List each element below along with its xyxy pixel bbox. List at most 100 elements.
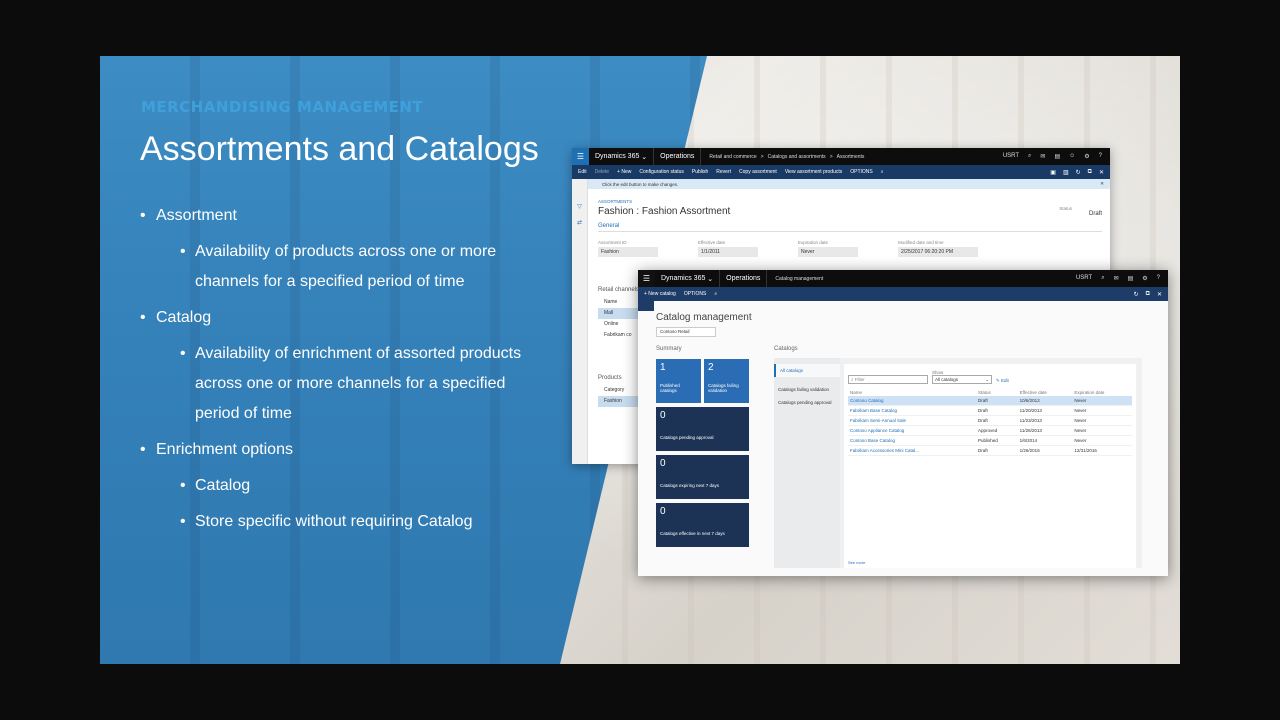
office-icon[interactable]: ▣ bbox=[1050, 169, 1056, 176]
brand[interactable]: Dynamics 365 bbox=[661, 275, 705, 282]
table-row[interactable]: Contoso Catalog Draft 10/6/2012 Never bbox=[848, 396, 1132, 406]
nav-pending-approval[interactable]: Catalogs pending approval bbox=[774, 396, 840, 409]
crumb-retail[interactable]: Retail and commerce bbox=[709, 154, 756, 160]
chat-icon[interactable]: ▤ bbox=[1128, 275, 1134, 282]
tile-expiring[interactable]: 0 Catalogs expiring next 7 days bbox=[656, 455, 749, 499]
close-icon[interactable]: ✕ bbox=[1157, 291, 1162, 298]
help-icon[interactable]: ? bbox=[1157, 275, 1160, 282]
message-icon[interactable]: ✉ bbox=[1114, 275, 1119, 282]
close-icon[interactable]: ✕ bbox=[1100, 181, 1110, 187]
delete-button[interactable]: Delete bbox=[595, 169, 609, 175]
view-products-button[interactable]: View assortment products bbox=[785, 169, 842, 175]
configuration-status-button[interactable]: Configuration status bbox=[639, 169, 683, 175]
app-launcher-icon[interactable]: ☰ bbox=[572, 148, 589, 165]
sub-bullet-enrichment-store: Store specific without requiring Catalog bbox=[140, 507, 540, 537]
catalogs-label: Catalogs bbox=[774, 346, 798, 352]
catalog-grid: ⌕ Filter Show All catalogs ⌄ ✎ Edit Name… bbox=[844, 364, 1136, 568]
company-select[interactable]: Contoso Retail bbox=[656, 327, 716, 337]
gear-icon[interactable]: ⚙ bbox=[1084, 153, 1089, 160]
search-icon[interactable]: ⌕ bbox=[714, 291, 717, 297]
crumb-assortments[interactable]: Assortments bbox=[837, 154, 865, 160]
app-name[interactable]: Operations bbox=[654, 148, 702, 165]
message-bar: Click the edit button to make changes. ✕ bbox=[572, 179, 1110, 189]
modified-date-field[interactable]: 2/25/2017 06:20:20 PM bbox=[898, 247, 978, 257]
help-icon[interactable]: ? bbox=[1099, 153, 1102, 160]
column-header[interactable]: Effective date bbox=[1018, 389, 1073, 396]
tile-published-catalogs[interactable]: 1 Published catalogs bbox=[656, 359, 701, 403]
gear-icon[interactable]: ⚙ bbox=[1142, 275, 1147, 282]
expiration-date-field[interactable]: Never bbox=[798, 247, 858, 257]
filter-input[interactable]: ⌕ Filter bbox=[848, 375, 928, 384]
company-label[interactable]: USRT bbox=[1003, 153, 1019, 160]
column-header[interactable]: Status bbox=[976, 389, 1018, 396]
tile-pending-approval[interactable]: 0 Catalogs pending approval bbox=[656, 407, 749, 451]
nav-all-catalogs[interactable]: All catalogs bbox=[774, 364, 840, 377]
list-item[interactable]: Mall bbox=[598, 308, 638, 319]
filter-icon[interactable]: ▽ bbox=[572, 199, 587, 215]
refresh-icon[interactable]: ↻ bbox=[1076, 169, 1081, 176]
catalog-nav: All catalogs Catalogs failing validation… bbox=[774, 358, 840, 568]
nav-failing-validation[interactable]: Catalogs failing validation bbox=[774, 383, 840, 396]
assortment-id-field[interactable]: Fashion bbox=[598, 247, 658, 257]
chat-icon[interactable]: ▤ bbox=[1054, 153, 1060, 160]
show-dropdown[interactable]: Show All catalogs ⌄ bbox=[932, 370, 992, 384]
status-label: Status bbox=[1059, 206, 1072, 211]
message-icon[interactable]: ✉ bbox=[1040, 153, 1045, 160]
edit-button[interactable]: Edit bbox=[578, 169, 587, 175]
left-rail: ▽ ⇄ bbox=[572, 179, 588, 464]
search-icon[interactable]: ⌕ bbox=[1101, 275, 1104, 282]
brand[interactable]: Dynamics 365 bbox=[595, 153, 639, 160]
table-row[interactable]: Fabrikam Base Catalog Draft 11/20/2013 N… bbox=[848, 405, 1132, 416]
sub-bullet-assortment: Availability of products across one or m… bbox=[140, 237, 540, 297]
edit-button[interactable]: ✎ Edit bbox=[996, 378, 1009, 384]
related-icon[interactable]: ⇄ bbox=[572, 215, 587, 231]
tile-effective[interactable]: 0 Catalogs effective in next 7 days bbox=[656, 503, 749, 547]
bullet-enrichment: Enrichment options bbox=[140, 435, 540, 465]
revert-button[interactable]: Revert bbox=[716, 169, 731, 175]
bullet-catalog: Catalog bbox=[140, 303, 540, 333]
catalog-content: Catalog management Contoso Retail Summar… bbox=[656, 301, 1150, 576]
filter-row: ⌕ Filter Show All catalogs ⌄ ✎ Edit bbox=[848, 370, 1132, 384]
slide-eyebrow: MERCHANDISING MANAGEMENT bbox=[141, 98, 424, 116]
new-catalog-button[interactable]: + New catalog bbox=[644, 291, 676, 297]
bullet-list: Assortment Availability of products acro… bbox=[140, 201, 540, 543]
table-row[interactable]: Fabrikam Accessories Mini Catal... Draft… bbox=[848, 445, 1132, 456]
popout-icon[interactable]: ⧉ bbox=[1088, 169, 1092, 176]
new-button[interactable]: + New bbox=[617, 169, 631, 175]
app-name[interactable]: Operations bbox=[720, 270, 768, 287]
see-more-link[interactable]: See more bbox=[848, 560, 865, 565]
attach-icon[interactable]: ▥ bbox=[1063, 169, 1069, 176]
search-icon[interactable]: ⌕ bbox=[1028, 153, 1031, 160]
left-rail bbox=[638, 301, 654, 311]
options-button[interactable]: OPTIONS bbox=[850, 169, 873, 175]
table-row[interactable]: Contoso Base Catalog Published 1/6/2014 … bbox=[848, 435, 1132, 446]
copy-assortment-button[interactable]: Copy assortment bbox=[739, 169, 777, 175]
status-value: Draft bbox=[1088, 211, 1102, 217]
table-row[interactable]: Contoso Appliance Catalog Approved 11/26… bbox=[848, 425, 1132, 436]
options-button[interactable]: OPTIONS bbox=[684, 291, 707, 297]
smiley-icon[interactable]: ☺ bbox=[1069, 153, 1075, 160]
close-icon[interactable]: ✕ bbox=[1099, 169, 1104, 176]
publish-button[interactable]: Publish bbox=[692, 169, 708, 175]
list-item[interactable]: Fashion bbox=[598, 396, 638, 407]
top-nav: ☰ Dynamics 365 ⌄ Operations Retail and c… bbox=[572, 148, 1110, 165]
action-pane: + New catalog OPTIONS ⌕ ↻ ⧉ ✕ bbox=[638, 287, 1168, 301]
breadcrumb[interactable]: Catalog management bbox=[767, 276, 823, 282]
app-launcher-icon[interactable]: ☰ bbox=[638, 270, 655, 287]
effective-date-field[interactable]: 1/1/2011 bbox=[698, 247, 758, 257]
summary-label: Summary bbox=[656, 346, 682, 352]
search-icon[interactable]: ⌕ bbox=[881, 169, 884, 175]
general-section[interactable]: General bbox=[598, 223, 1102, 232]
slide: MERCHANDISING MANAGEMENT Assortments and… bbox=[100, 56, 1180, 664]
table-row[interactable]: Fabrikam Semi-Annual Sale Draft 11/23/20… bbox=[848, 415, 1132, 426]
column-header[interactable]: Name bbox=[848, 389, 976, 396]
column-header[interactable]: Expiration date bbox=[1072, 389, 1132, 396]
sub-bullet-enrichment-catalog: Catalog bbox=[140, 471, 540, 501]
slide-title: Assortments and Catalogs bbox=[140, 130, 539, 168]
refresh-icon[interactable]: ↻ bbox=[1134, 291, 1139, 298]
company-label[interactable]: USRT bbox=[1076, 275, 1092, 282]
popout-icon[interactable]: ⧉ bbox=[1146, 291, 1150, 298]
breadcrumb: Retail and commerce > Catalogs and assor… bbox=[709, 153, 865, 160]
tile-catalogs-failing[interactable]: 2 Catalogs failing validation bbox=[704, 359, 749, 403]
crumb-catalogs[interactable]: Catalogs and assortments bbox=[768, 154, 826, 160]
